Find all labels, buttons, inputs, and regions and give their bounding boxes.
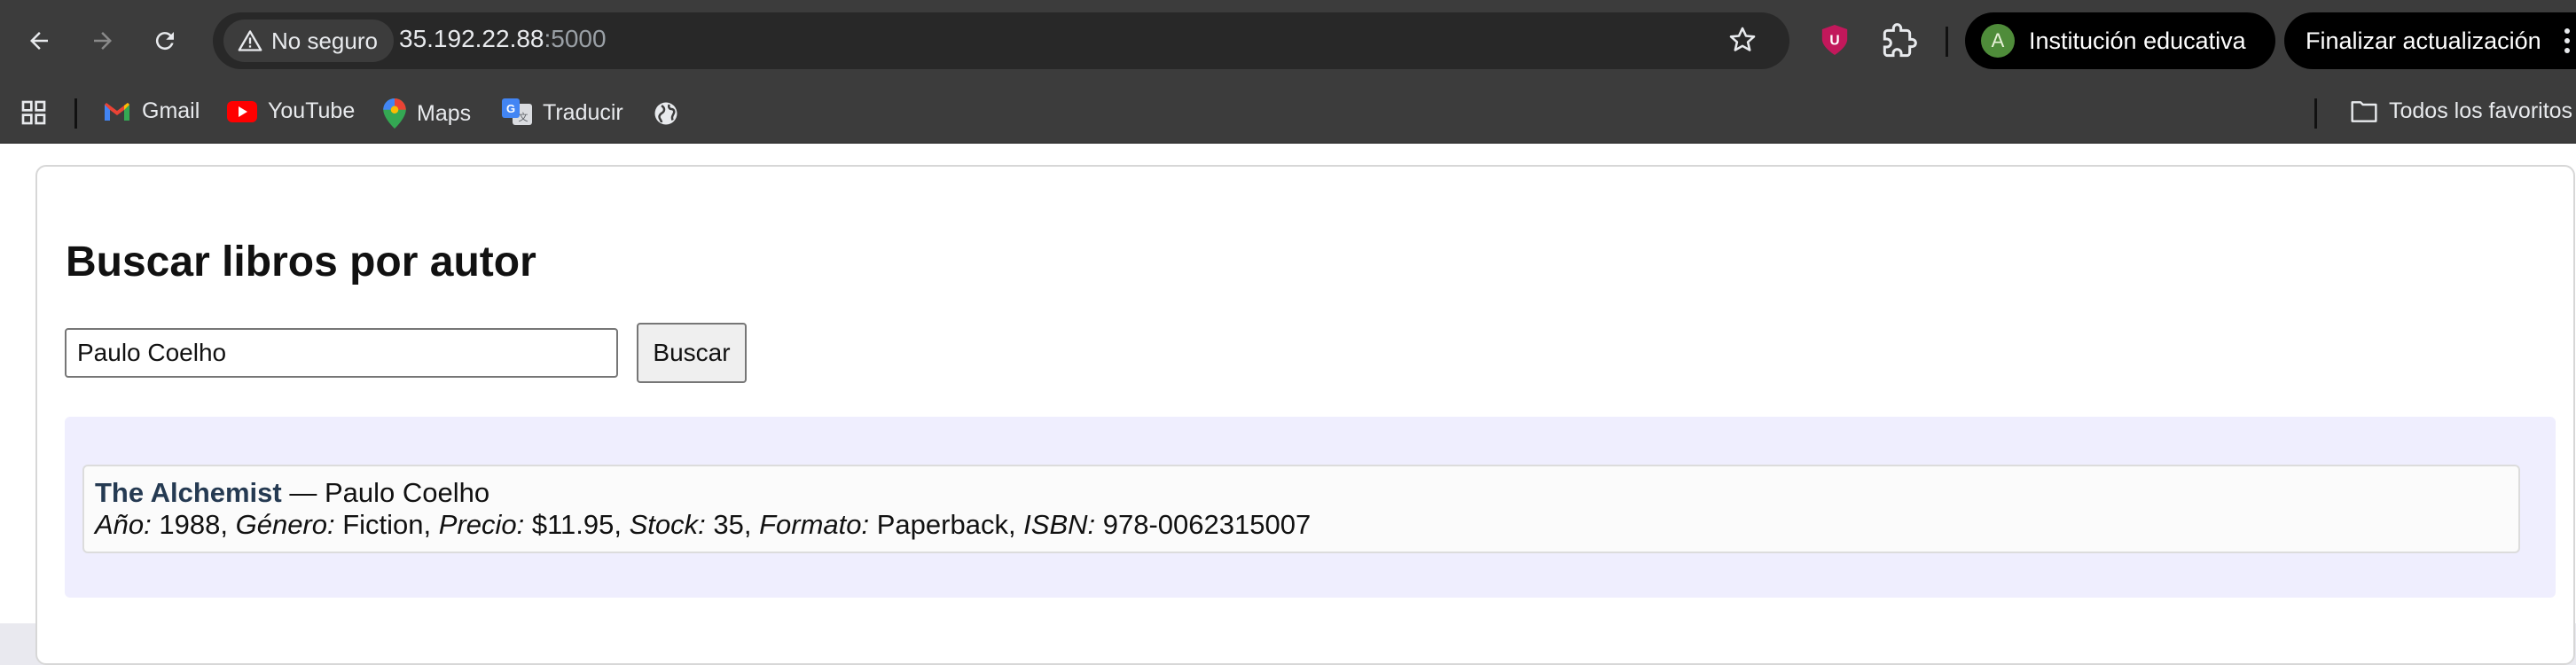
- security-indicator[interactable]: No seguro: [223, 20, 394, 62]
- svg-text:G: G: [506, 102, 515, 115]
- stock-label: Stock:: [629, 509, 706, 540]
- result-item: The Alchemist — Paulo Coelho Año: 1988, …: [82, 465, 2520, 553]
- results-panel: The Alchemist — Paulo Coelho Año: 1988, …: [65, 417, 2556, 598]
- year-label: Año:: [95, 509, 152, 540]
- warning-icon: [238, 30, 262, 51]
- search-button[interactable]: Buscar: [637, 323, 747, 383]
- year-value: 1988,: [151, 509, 236, 540]
- apps-button[interactable]: [20, 98, 48, 127]
- avatar: A: [1981, 24, 2015, 58]
- bookmarks-divider: [74, 98, 77, 129]
- folder-icon: [2351, 100, 2377, 122]
- forward-button[interactable]: [83, 21, 122, 60]
- gmail-icon: [105, 102, 129, 121]
- apps-grid-icon: [21, 100, 46, 125]
- bookmark-maps[interactable]: Maps: [383, 98, 471, 129]
- bookmark-gmail[interactable]: Gmail: [103, 98, 200, 124]
- bookmark-label: YouTube: [268, 98, 356, 123]
- bookmark-label: Maps: [417, 100, 472, 126]
- bookmark-youtube[interactable]: YouTube: [227, 98, 355, 124]
- translate-icon: G文: [502, 98, 532, 125]
- url-text[interactable]: 35.192.22.88:5000: [399, 25, 607, 53]
- profile-button[interactable]: A Institución educativa: [1965, 12, 2275, 69]
- toolbar-divider: [1946, 27, 1948, 57]
- svg-text:文: 文: [519, 111, 529, 123]
- svg-text:U: U: [1829, 34, 1839, 49]
- book-author: Paulo Coelho: [324, 477, 490, 508]
- bookmark-label: Gmail: [142, 98, 200, 123]
- back-arrow-icon: [30, 32, 48, 50]
- url-port: :5000: [544, 25, 607, 52]
- puzzle-icon: [1883, 23, 1917, 58]
- price-value: $11.95,: [524, 509, 630, 540]
- result-details: Año: 1988, Género: Fiction, Precio: $11.…: [95, 509, 1311, 541]
- search-card: Buscar libros por autor Buscar The Alche…: [35, 165, 2575, 665]
- back-button[interactable]: [20, 21, 59, 60]
- price-label: Precio:: [438, 509, 525, 540]
- bookmarks-bar: Gmail YouTube Maps G文 Traducir Todos los…: [0, 84, 2576, 144]
- url-host: 35.192.22.88: [399, 25, 544, 52]
- format-value: Paperback,: [869, 509, 1024, 540]
- bookmark-translate[interactable]: G文 Traducir: [502, 98, 623, 127]
- browser-toolbar: No seguro 35.192.22.88:5000 U A Instituc…: [0, 0, 2576, 84]
- ublock-extension-button[interactable]: U: [1820, 23, 1850, 61]
- star-icon: [1729, 27, 1756, 51]
- author-search-input[interactable]: [65, 328, 618, 378]
- genre-value: Fiction,: [334, 509, 439, 540]
- stock-value: 35,: [705, 509, 760, 540]
- update-label: Finalizar actualización: [2306, 27, 2541, 54]
- reload-icon: [155, 32, 174, 51]
- bookmarks-divider: [2314, 98, 2317, 129]
- isbn-value: 978-0062315007: [1095, 509, 1311, 540]
- book-title: The Alchemist: [95, 477, 282, 508]
- bookmark-globe[interactable]: [653, 100, 679, 127]
- security-label: No seguro: [271, 27, 378, 54]
- youtube-icon: [227, 100, 257, 122]
- menu-kebab-icon[interactable]: [2564, 28, 2572, 55]
- format-label: Formato:: [759, 509, 870, 540]
- bookmark-label: Traducir: [543, 99, 623, 125]
- address-bar[interactable]: No seguro 35.192.22.88:5000: [213, 12, 1789, 69]
- bookmark-star-button[interactable]: [1727, 25, 1758, 59]
- title-separator: —: [281, 477, 325, 508]
- page-content: Buscar libros por autor Buscar The Alche…: [0, 144, 2576, 665]
- genre-label: Género:: [235, 509, 335, 540]
- maps-pin-icon: [383, 98, 406, 129]
- extensions-button[interactable]: [1882, 23, 1917, 63]
- profile-label: Institución educativa: [2029, 27, 2246, 54]
- update-button[interactable]: Finalizar actualización: [2284, 12, 2576, 69]
- reload-button[interactable]: [145, 21, 184, 60]
- forward-arrow-icon: [94, 32, 112, 50]
- page-title: Buscar libros por autor: [66, 239, 536, 286]
- isbn-label: ISBN:: [1023, 509, 1096, 540]
- all-bookmarks-button[interactable]: Todos los favoritos: [2350, 98, 2572, 124]
- globe-icon: [654, 102, 677, 125]
- all-bookmarks-label: Todos los favoritos: [2389, 98, 2573, 123]
- shield-extension-icon: U: [1821, 25, 1848, 55]
- result-heading: The Alchemist — Paulo Coelho: [95, 477, 489, 509]
